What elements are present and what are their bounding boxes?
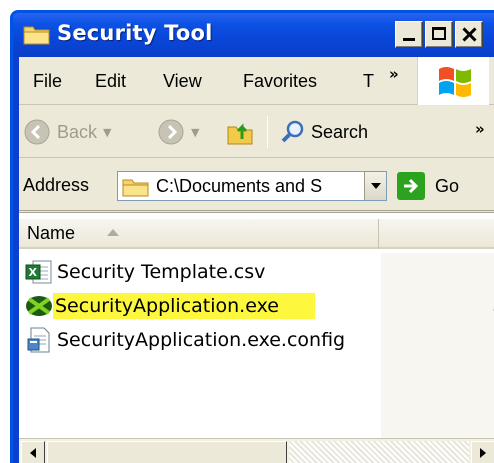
- menu-favorites[interactable]: Favorites: [243, 71, 317, 92]
- minimize-icon: [403, 38, 415, 41]
- windows-flag-icon: [439, 67, 471, 97]
- column-header-next[interactable]: [381, 219, 494, 249]
- list-item[interactable]: SecurityApplication.exe.config: [25, 325, 345, 355]
- menu-view[interactable]: View: [163, 71, 202, 92]
- forward-button[interactable]: ▼: [157, 118, 199, 146]
- menu-bar: File Edit View Favorites T »: [19, 57, 494, 105]
- go-arrow-icon: [397, 172, 425, 200]
- folder-icon: [122, 177, 150, 201]
- go-button[interactable]: Go: [397, 171, 459, 201]
- application-exe-icon: [25, 293, 53, 319]
- toolbar-overflow-chevron[interactable]: »: [475, 120, 485, 138]
- up-folder-icon: [227, 123, 253, 145]
- magnifier-icon: [281, 120, 304, 143]
- back-label: Back: [57, 121, 98, 142]
- back-dropdown-icon[interactable]: ▼: [103, 126, 111, 139]
- toolbar-separator: [267, 116, 268, 148]
- column-header-name[interactable]: Name: [19, 219, 379, 249]
- config-file-icon: [25, 327, 53, 353]
- sort-ascending-icon: [107, 229, 119, 236]
- maximize-button[interactable]: [425, 21, 453, 48]
- address-input[interactable]: C:\Documents and S: [117, 171, 387, 201]
- file-list[interactable]: Name X Security Template.csv SecurityApp…: [19, 212, 494, 439]
- menu-tools[interactable]: T: [363, 71, 374, 92]
- menu-edit[interactable]: Edit: [95, 71, 126, 92]
- column-header-row: Name: [19, 219, 494, 249]
- back-button[interactable]: Back ▼: [23, 118, 112, 146]
- scroll-left-button[interactable]: [21, 441, 45, 463]
- address-bar: Address C:\Documents and S Go: [19, 159, 494, 211]
- menu-overflow-chevron[interactable]: »: [389, 65, 399, 83]
- horizontal-scrollbar[interactable]: [19, 438, 494, 463]
- forward-dropdown-icon[interactable]: ▼: [191, 126, 199, 139]
- forward-arrow-icon: [158, 119, 184, 145]
- windows-logo: [417, 57, 489, 105]
- maximize-icon: [432, 27, 446, 40]
- chevron-down-icon: [370, 183, 381, 189]
- excel-csv-icon: X: [25, 259, 53, 285]
- scroll-right-button[interactable]: [471, 441, 494, 463]
- file-name: SecurityApplication.exe: [53, 293, 315, 319]
- toolbar: Back ▼ ▼ Search »: [19, 106, 494, 158]
- address-value: C:\Documents and S: [156, 176, 323, 196]
- details-column-area: [381, 253, 494, 439]
- address-dropdown-button[interactable]: [364, 172, 386, 200]
- address-label: Address: [23, 175, 90, 195]
- file-name: Security Template.csv: [57, 261, 266, 283]
- column-name-label: Name: [27, 223, 76, 243]
- close-button[interactable]: [455, 21, 483, 48]
- explorer-window: Security Tool File Edit View Favorites T…: [10, 10, 494, 463]
- title-bar[interactable]: Security Tool: [13, 13, 494, 57]
- svg-text:X: X: [29, 266, 38, 279]
- minimize-button[interactable]: [395, 21, 423, 48]
- file-name: SecurityApplication.exe.config: [57, 329, 346, 351]
- scrollbar-track[interactable]: [289, 441, 469, 463]
- menu-file[interactable]: File: [33, 71, 62, 92]
- up-folder-button[interactable]: [225, 118, 255, 146]
- scrollbar-thumb[interactable]: [47, 441, 287, 463]
- scroll-right-arrow-icon: [480, 448, 486, 458]
- scroll-left-arrow-icon: [30, 448, 36, 458]
- back-arrow-icon: [24, 119, 50, 145]
- folder-icon: [23, 23, 51, 45]
- go-label: Go: [435, 175, 460, 196]
- search-button[interactable]: Search: [279, 118, 368, 146]
- list-item[interactable]: X Security Template.csv: [25, 257, 265, 287]
- window-title: Security Tool: [57, 21, 213, 45]
- list-item-selected[interactable]: SecurityApplication.exe: [25, 291, 315, 321]
- search-label: Search: [311, 121, 369, 142]
